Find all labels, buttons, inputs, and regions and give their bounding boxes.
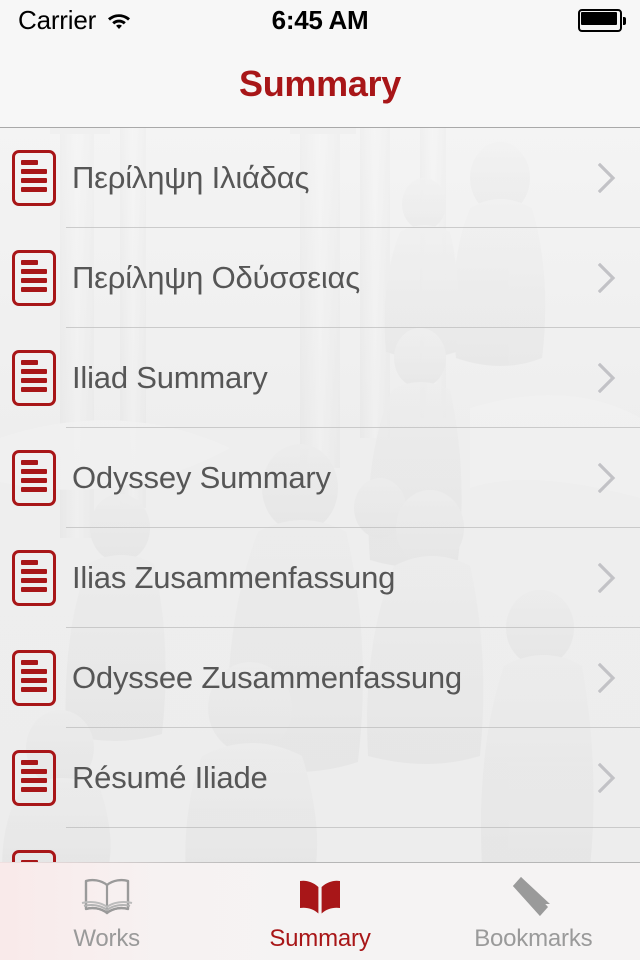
list-item-label: Résumé Iliade [72,760,268,795]
status-bar: Carrier 6:45 AM [0,0,640,40]
chevron-right-icon [598,463,616,493]
open-book-icon [79,873,135,921]
document-icon [12,650,56,706]
list-item[interactable]: Iliad Summary [0,328,640,428]
document-icon [12,150,56,206]
tab-works[interactable]: Works [0,863,213,960]
list-item[interactable] [0,828,640,862]
bookmark-icon [505,873,561,921]
list-item-label: Odyssee Zusammenfassung [72,660,462,695]
tab-bar: Works Summary Bookmarks [0,862,640,960]
list-item-label: Περίληψη Οδύσσειας [72,260,360,295]
tab-label: Bookmarks [474,925,593,952]
tab-bookmarks[interactable]: Bookmarks [427,863,640,960]
chevron-right-icon [598,563,616,593]
list-item-label: Ilias Zusammenfassung [72,560,396,595]
clock-label: 6:45 AM [271,4,369,35]
summary-list: Περίληψη Ιλιάδας Περίληψη Οδύσσειας Ilia… [0,128,640,862]
list-item[interactable]: Ilias Zusammenfassung [0,528,640,628]
document-icon [12,550,56,606]
list-item-label: Iliad Summary [72,360,268,395]
list-item[interactable]: Περίληψη Ιλιάδας [0,128,640,228]
page-title: Summary [239,62,401,104]
document-icon [12,350,56,406]
navigation-bar: Summary [0,40,640,128]
tab-summary[interactable]: Summary [213,863,426,960]
chevron-right-icon [598,363,616,393]
document-icon [12,450,56,506]
tab-label: Summary [269,925,371,952]
list-item-label: Odyssey Summary [72,460,331,495]
document-icon [12,850,56,862]
battery-full-icon [578,8,626,32]
list-item[interactable]: Odyssee Zusammenfassung [0,628,640,728]
app-screen: Carrier 6:45 AM Summary Περίληψη Ιλιάδας… [0,0,640,960]
status-bar-center: 6:45 AM [0,0,640,40]
chevron-right-icon [598,263,616,293]
list-item[interactable]: Odyssey Summary [0,428,640,528]
document-icon [12,250,56,306]
chevron-right-icon [598,163,616,193]
document-icon [12,750,56,806]
list-item-label: Περίληψη Ιλιάδας [72,160,310,195]
tab-label: Works [73,925,140,952]
book-filled-icon [292,873,348,921]
chevron-right-icon [598,663,616,693]
status-bar-right [578,0,626,40]
chevron-right-icon [598,763,616,793]
list-item[interactable]: Résumé Iliade [0,728,640,828]
list-item[interactable]: Περίληψη Οδύσσειας [0,228,640,328]
summary-list-container[interactable]: Περίληψη Ιλιάδας Περίληψη Οδύσσειας Ilia… [0,128,640,862]
